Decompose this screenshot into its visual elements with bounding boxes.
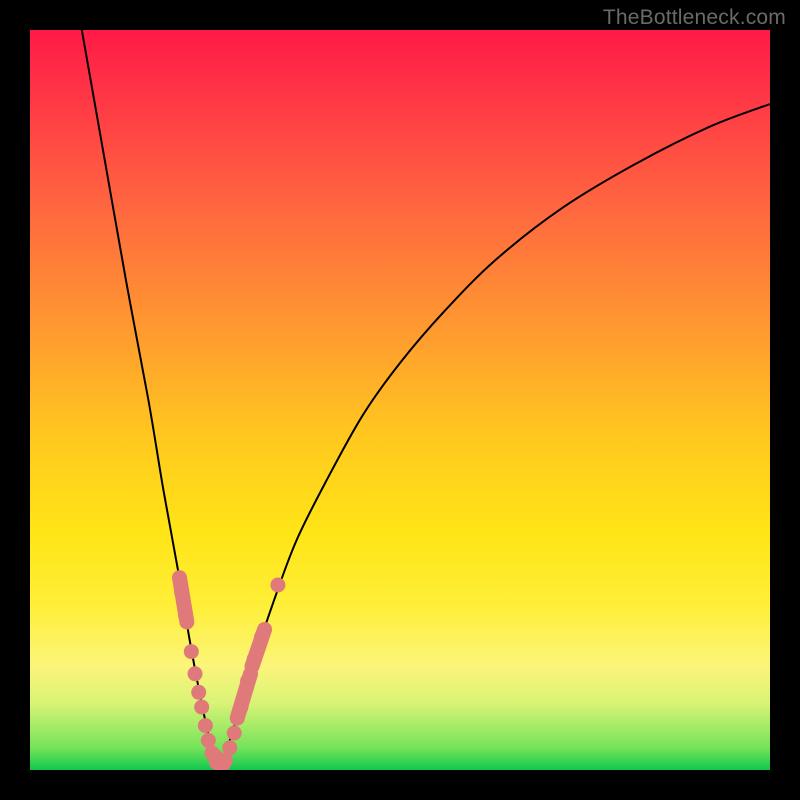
data-marker [194, 700, 209, 715]
watermark-text: TheBottleneck.com [603, 6, 786, 30]
data-markers [174, 578, 285, 771]
curve-layer [30, 30, 770, 770]
plot-area [30, 30, 770, 770]
data-marker [270, 578, 285, 593]
data-marker [184, 644, 199, 659]
data-marker-cluster [214, 755, 224, 763]
chart-frame: TheBottleneck.com [0, 0, 800, 800]
data-marker-cluster [252, 629, 265, 666]
data-marker [198, 718, 213, 733]
data-marker-cluster [179, 578, 186, 622]
data-marker [188, 666, 203, 681]
data-marker [227, 726, 242, 741]
bottleneck-curve [82, 30, 770, 766]
data-marker-cluster [237, 674, 250, 718]
data-marker [191, 685, 206, 700]
data-marker [222, 740, 237, 755]
